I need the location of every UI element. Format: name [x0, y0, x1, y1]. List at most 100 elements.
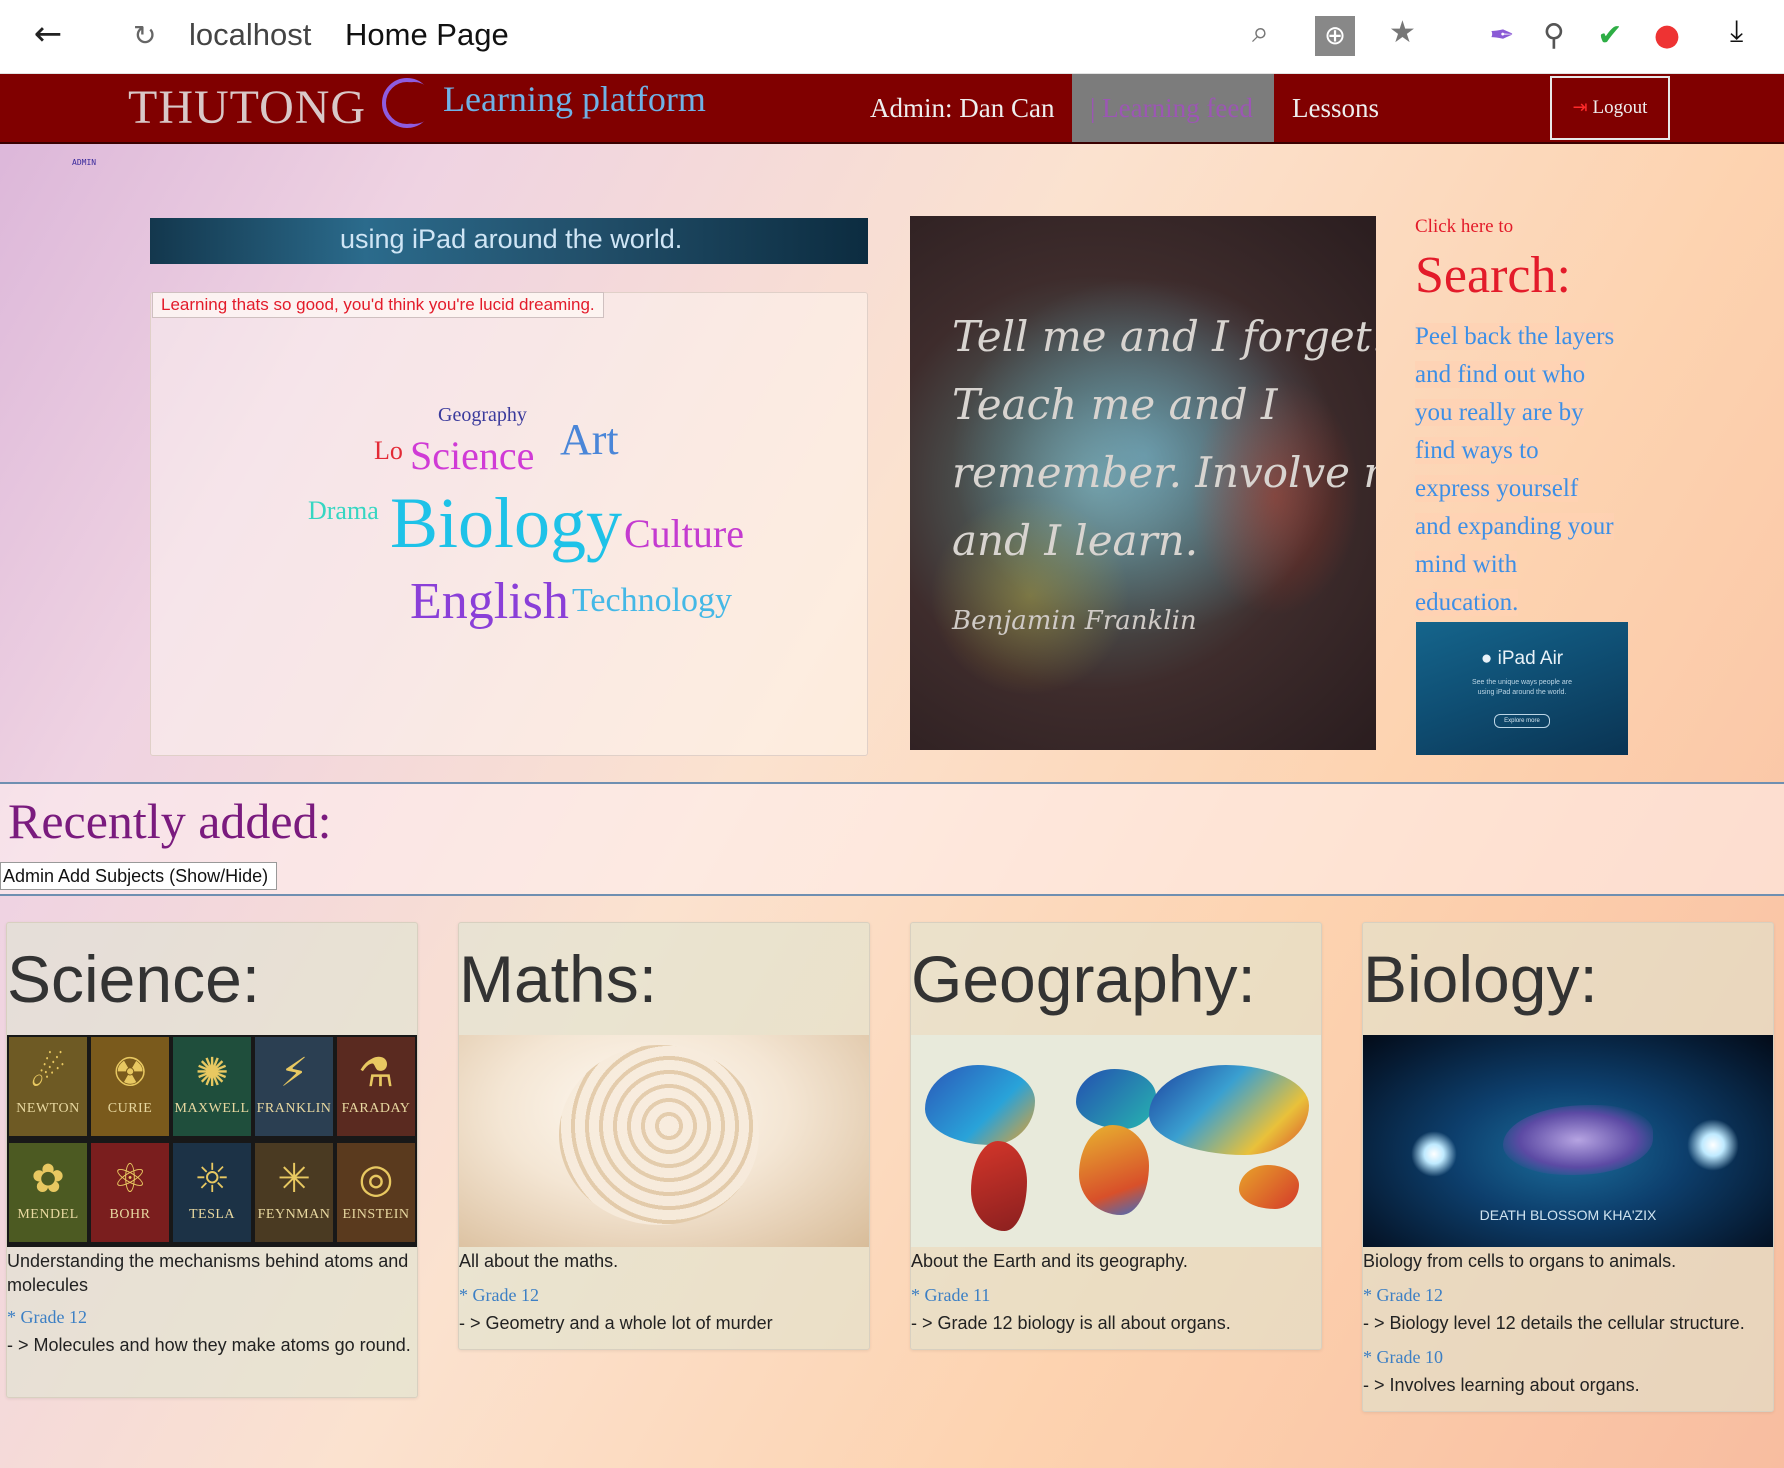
word-geography[interactable]: Geography: [438, 404, 527, 427]
image-caption: DEATH BLOSSOM KHA'ZIX: [1479, 1207, 1657, 1223]
address-bar[interactable]: ↻ localhost Home Page ⌕ ⊕ ★: [117, 5, 1437, 67]
banner-text: using iPad around the world.: [340, 224, 683, 254]
grade-note: - > Grade 12 biology is all about organs…: [911, 1313, 1231, 1333]
word-science[interactable]: Science: [410, 432, 534, 479]
word-technology[interactable]: Technology: [572, 582, 732, 620]
logout-label: Logout: [1592, 97, 1648, 118]
word-art[interactable]: Art: [560, 414, 619, 465]
desc-line: and find out who: [1415, 361, 1586, 388]
subject-card-geography[interactable]: Geography: About the Earth and its geogr…: [910, 922, 1322, 1350]
desc-line: mind with: [1415, 551, 1518, 578]
grade-note: - > Involves learning about organs.: [1363, 1375, 1640, 1395]
word-english[interactable]: English: [410, 572, 569, 631]
click-here-label[interactable]: Click here to: [1415, 216, 1513, 238]
logout-button[interactable]: ⇥ Logout: [1550, 76, 1670, 140]
address-page-title: Home Page: [345, 17, 509, 52]
search-description: Peel back the layers and find out who yo…: [1415, 318, 1645, 622]
grade-link[interactable]: * Grade 12: [7, 1307, 87, 1328]
apple-logo-icon: ●: [1480, 648, 1493, 669]
grade-note: - > Biology level 12 details the cellula…: [1363, 1313, 1745, 1333]
tile-newton: ☄ NEWTON: [9, 1037, 87, 1136]
grade-link[interactable]: * Grade 11: [911, 1285, 990, 1306]
recently-added-section: Recently added: Admin Add Subjects (Show…: [0, 782, 1784, 896]
card-description: Biology from cells to organs to animals.: [1363, 1251, 1677, 1271]
bookmark-star-icon[interactable]: ★: [1389, 15, 1416, 50]
tile-franklin: ⚡ FRANKLIN: [255, 1037, 333, 1136]
shield-extension-icon[interactable]: ✔: [1588, 14, 1632, 58]
tile-tesla: ☼ TESLA: [173, 1143, 251, 1242]
grade-link[interactable]: * Grade 12: [1363, 1285, 1443, 1306]
card-title[interactable]: Biology:: [1363, 941, 1598, 1017]
card-description: About the Earth and its geography.: [911, 1251, 1188, 1271]
lightbulb-extension-icon[interactable]: ⚲: [1532, 14, 1576, 58]
word-culture[interactable]: Culture: [624, 510, 744, 557]
back-arrow-icon[interactable]: ←: [28, 14, 68, 54]
subject-card-biology[interactable]: Biology: DEATH BLOSSOM KHA'ZIX Biology f…: [1362, 922, 1774, 1412]
search-zoom-icon[interactable]: ⌕: [1252, 15, 1269, 50]
desc-line: you really are by: [1415, 399, 1584, 426]
tile-mendel: ✿ MENDEL: [9, 1143, 87, 1242]
colorful-extension-icon[interactable]: ●: [1645, 14, 1689, 58]
brand-subtitle: Learning platform: [443, 79, 706, 119]
logout-icon: ⇥: [1572, 97, 1588, 118]
quote-image: Tell me and I forget. Teach me and I rem…: [910, 216, 1376, 750]
desc-line: find ways to: [1415, 437, 1539, 464]
tile-feynman: ✳ FEYNMAN: [255, 1143, 333, 1242]
word-drama[interactable]: Drama: [308, 496, 379, 526]
word-biology[interactable]: Biology: [390, 482, 622, 565]
ipad-ad-sub2: using iPad around the world.: [1477, 689, 1567, 696]
ipad-ad-cta[interactable]: Explore more: [1494, 714, 1550, 728]
admin-mini-label: ADMIN: [72, 158, 97, 167]
crescent-logo-icon: [382, 78, 434, 128]
quill-extension-icon[interactable]: ✒: [1480, 14, 1524, 58]
site-navbar: THUTONG Learning platform Admin: Dan Can…: [0, 74, 1784, 144]
quote-line-3: remember. Involve me: [952, 448, 1376, 497]
nav-admin[interactable]: Admin: Dan Can: [852, 74, 1072, 142]
ipad-air-ad[interactable]: ● iPad Air See the unique ways people ar…: [1416, 622, 1628, 755]
grade-note: - > Molecules and how they make atoms go…: [7, 1335, 411, 1355]
reload-icon[interactable]: ↻: [133, 19, 156, 52]
tile-bohr: ⚛ BOHR: [91, 1143, 169, 1242]
grade-note: - > Geometry and a whole lot of murder: [459, 1313, 773, 1333]
geography-map-image: [911, 1035, 1321, 1247]
word-lo[interactable]: Lo: [374, 436, 403, 466]
biology-space-image: DEATH BLOSSOM KHA'ZIX: [1363, 1035, 1773, 1247]
ipad-ad-sub1: See the unique ways people are: [1471, 679, 1573, 686]
grade-link[interactable]: * Grade 10: [1363, 1347, 1443, 1368]
desc-line: Peel back the layers: [1415, 323, 1615, 350]
card-title[interactable]: Maths:: [459, 941, 657, 1017]
tagline-label: Learning thats so good, you'd think you'…: [152, 292, 604, 318]
ipad-banner[interactable]: using iPad around the world.: [150, 218, 868, 264]
browser-toolbar: ← ↻ localhost Home Page ⌕ ⊕ ★ ✒ ⚲ ✔ ● ⤓: [0, 0, 1784, 74]
tile-faraday: ⚗ FARADAY: [337, 1037, 415, 1136]
desc-line: and expanding your: [1415, 513, 1614, 540]
search-heading[interactable]: Search:: [1415, 246, 1571, 305]
card-description: Understanding the mechanisms behind atom…: [7, 1251, 409, 1295]
translate-icon[interactable]: ⊕: [1315, 16, 1355, 56]
maths-shell-image: [459, 1035, 869, 1247]
download-icon[interactable]: ⤓: [1730, 14, 1743, 49]
admin-add-subjects-toggle[interactable]: Admin Add Subjects (Show/Hide): [0, 862, 278, 890]
science-image: ☄ NEWTON ☢ CURIE ✺ MAXWELL ⚡ FRANKLIN ⚗ FARAD…: [7, 1035, 417, 1247]
quote-author: Benjamin Franklin: [952, 606, 1197, 636]
recently-added-heading: Recently added:: [8, 793, 332, 849]
nav-lessons[interactable]: Lessons: [1274, 74, 1397, 142]
card-title[interactable]: Science:: [7, 941, 260, 1017]
desc-line: express yourself: [1415, 475, 1579, 502]
tile-einstein: ◎ EINSTEIN: [337, 1143, 415, 1242]
grade-link[interactable]: * Grade 12: [459, 1285, 539, 1306]
address-host: localhost: [189, 17, 312, 52]
brand-name[interactable]: THUTONG: [128, 80, 366, 135]
ipad-ad-title: iPad Air: [1497, 648, 1564, 669]
card-description: All about the maths.: [459, 1251, 619, 1271]
subject-card-science[interactable]: Science: ☄ NEWTON ☢ CURIE ✺ MAXWELL ⚡ FRANKL…: [6, 922, 418, 1398]
desc-line: education.: [1415, 589, 1519, 616]
card-title[interactable]: Geography:: [911, 941, 1256, 1017]
quote-line-4: and I learn.: [952, 516, 1199, 565]
quote-line-1: Tell me and I forget.: [952, 312, 1376, 361]
tile-maxwell: ✺ MAXWELL: [173, 1037, 251, 1136]
quote-line-2: Teach me and I: [952, 380, 1278, 429]
subject-card-maths[interactable]: Maths: All about the maths. * Grade 12 -…: [458, 922, 870, 1350]
nav-learning-feed[interactable]: | Learning feed: [1072, 74, 1274, 142]
tile-curie: ☢ CURIE: [91, 1037, 169, 1136]
